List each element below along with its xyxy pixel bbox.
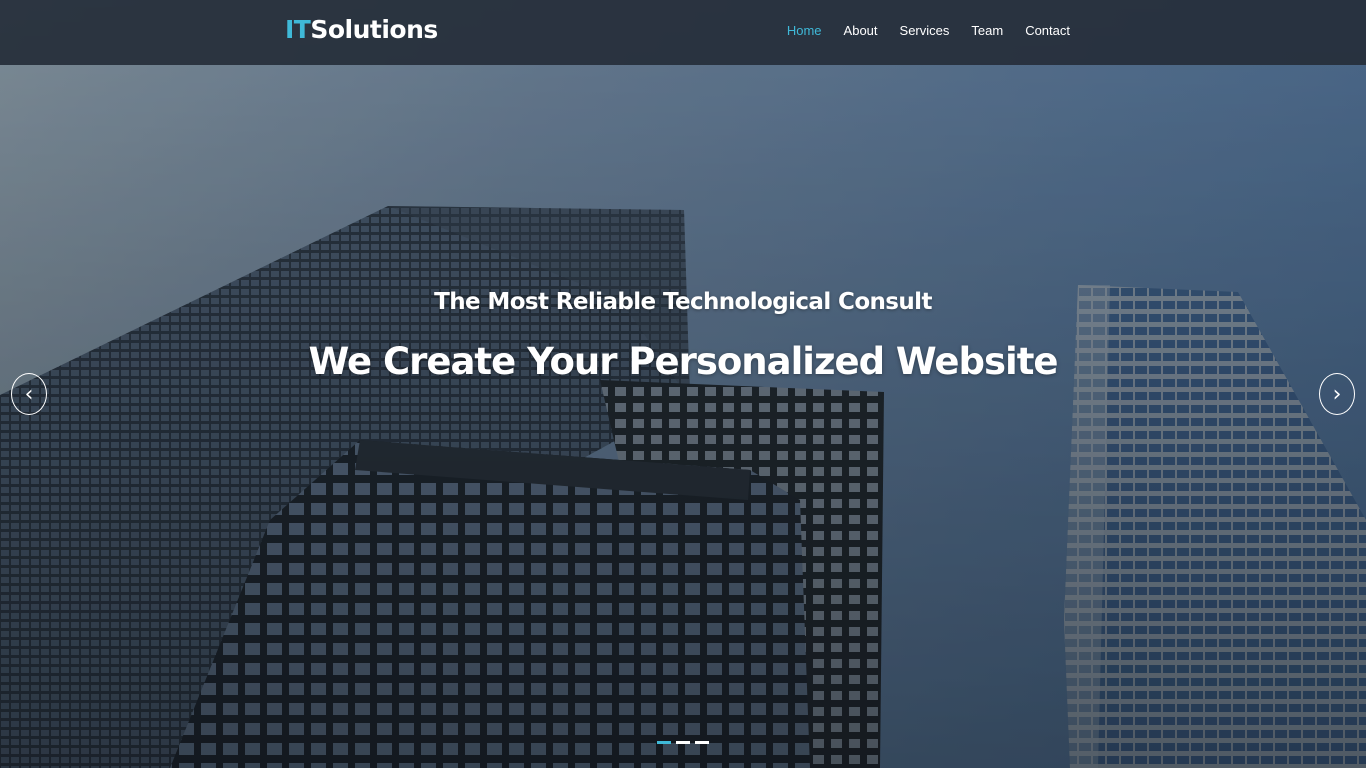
nav-link-team[interactable]: Team <box>971 22 1003 40</box>
brand-logo[interactable]: ITSolutions <box>285 12 438 48</box>
hero-subtitle: The Most Reliable Technological Consult <box>434 289 932 315</box>
chevron-right-icon: › <box>1332 381 1342 407</box>
main-nav: Home About Services Team Contact <box>787 22 1070 40</box>
brand-prefix: IT <box>285 15 311 44</box>
nav-link-contact[interactable]: Contact <box>1025 22 1070 40</box>
carousel-indicator-3[interactable] <box>695 741 709 744</box>
nav-link-services[interactable]: Services <box>900 22 950 40</box>
hero-caption: The Most Reliable Technological Consult … <box>0 284 1366 386</box>
top-navbar: ITSolutions Home About Services Team Con… <box>0 0 1366 65</box>
carousel-prev-button[interactable]: ‹ <box>11 373 47 415</box>
nav-link-home[interactable]: Home <box>787 22 822 40</box>
nav-link-about[interactable]: About <box>844 22 878 40</box>
brand-suffix: Solutions <box>310 15 438 44</box>
chevron-left-icon: ‹ <box>24 381 34 407</box>
carousel-indicator-1[interactable] <box>657 741 671 744</box>
carousel-indicator-2[interactable] <box>676 741 690 744</box>
hero-title: We Create Your Personalized Website <box>308 340 1058 383</box>
carousel-next-button[interactable]: › <box>1319 373 1355 415</box>
carousel-indicators <box>657 741 709 744</box>
